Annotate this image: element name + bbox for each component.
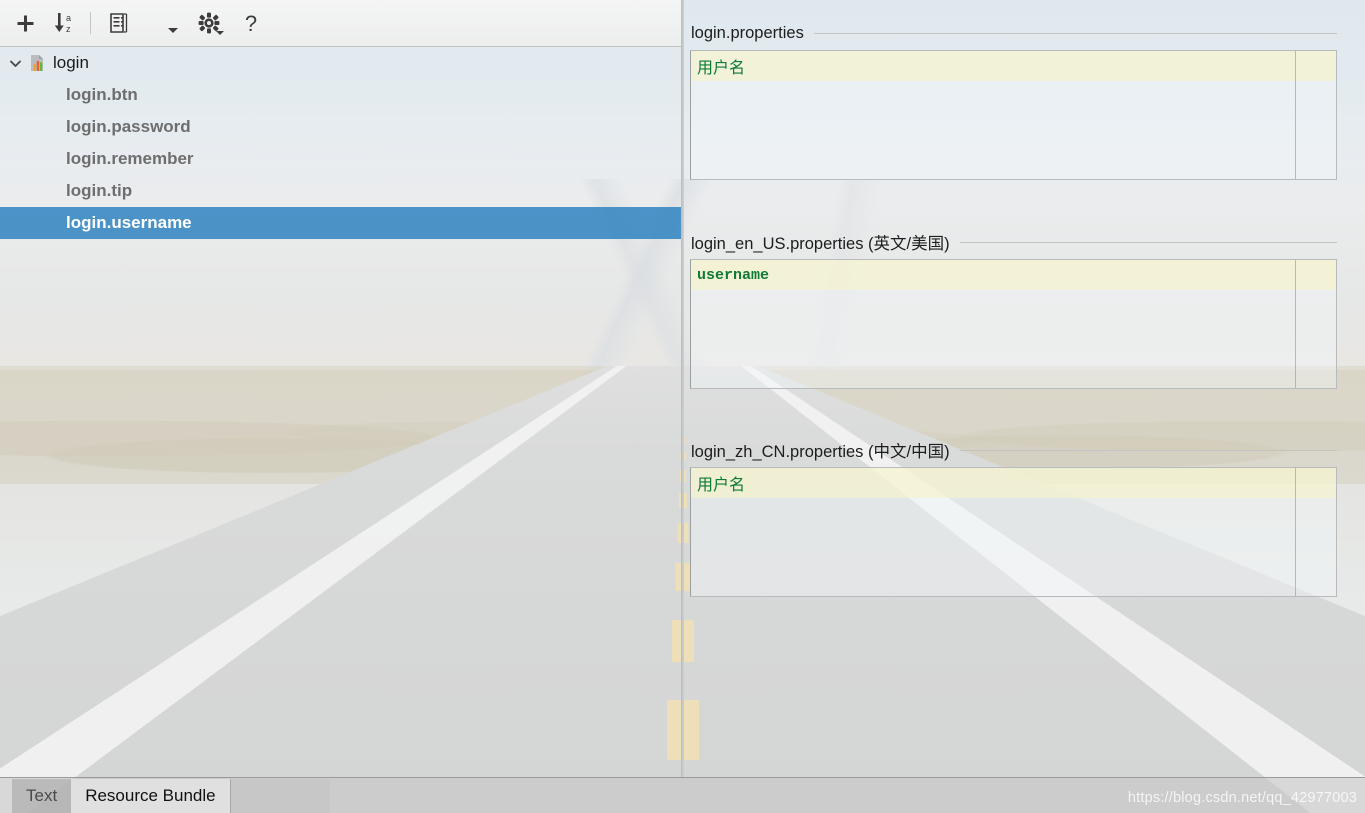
editor-textarea-en-us[interactable]: username [690,259,1337,389]
tab-text[interactable]: Text [12,779,72,813]
header-rule [959,449,1337,451]
tab-bar-filler [229,779,330,813]
right-margin-guide [1295,468,1296,596]
editor-value: 用户名 [697,477,746,494]
tree-node-login[interactable]: login [0,47,682,79]
tree-item-login-remember[interactable]: login.remember [0,143,682,175]
tree-item-label: login.password [66,117,191,136]
tree-item-login-btn[interactable]: login.btn [0,79,682,111]
header-rule [813,32,1337,34]
editor-group-en-us: login_en_US.properties (英文/美国) username [684,225,1365,389]
editor-textarea-zh-cn[interactable]: 用户名 [690,467,1337,597]
settings-button[interactable] [192,6,226,40]
help-button[interactable]: ? [234,6,268,40]
tree-item-label: login.remember [66,149,194,168]
chevron-down-icon [216,31,224,35]
sort-button[interactable]: a z [48,6,82,40]
editor-header: login.properties [684,16,1365,50]
svg-text:?: ? [245,12,257,34]
tree-item-label: login.tip [66,181,133,200]
chevron-down-icon [168,28,178,33]
caret-line-highlight [691,260,1336,290]
resource-bundle-editor: a z ? login login.btn login.password log… [0,0,1365,813]
tree-item-label: login.btn [66,85,138,104]
watermark-url: https://blog.csdn.net/qq_42977003 [1127,790,1357,806]
tree-node-label: login [53,53,89,72]
dropdown-button[interactable] [160,6,186,40]
editor-value: 用户名 [697,60,746,77]
tab-label: Text [26,786,58,805]
editor-title: login.properties [691,23,804,42]
plus-icon [17,15,33,31]
group-button[interactable] [102,6,136,40]
tree-item-login-tip[interactable]: login.tip [0,175,682,207]
resource-key-tree[interactable]: login login.btn login.password login.rem… [0,47,682,777]
chevron-down-icon[interactable] [2,56,28,71]
editor-title: login_en_US.properties (英文/美国) [691,235,950,253]
add-button[interactable] [8,6,42,40]
header-rule [959,241,1337,243]
editor-group-zh-cn: login_zh_CN.properties (中文/中国) 用户名 [684,433,1365,597]
properties-list-icon [110,13,128,33]
editor-toolbar: a z ? [0,0,682,47]
toolbar-separator [90,12,91,34]
tree-item-login-password[interactable]: login.password [0,111,682,143]
editor-header: login_zh_CN.properties (中文/中国) [684,433,1365,467]
translation-editors-pane: login.properties 用户名 login_en_US.propert… [684,0,1365,777]
editor-textarea-default[interactable]: 用户名 [690,50,1337,180]
editor-tab-bar: Text Resource Bundle https://blog.csdn.n… [0,777,1365,813]
caret-line-highlight [691,51,1336,81]
editor-title: login_zh_CN.properties (中文/中国) [691,443,950,461]
tab-resource-bundle[interactable]: Resource Bundle [71,779,230,813]
svg-text:z: z [66,24,71,34]
tree-item-label: login.username [66,213,192,232]
caret-line-highlight [691,468,1336,498]
right-margin-guide [1295,260,1296,388]
right-margin-guide [1295,51,1296,179]
editor-header: login_en_US.properties (英文/美国) [684,225,1365,259]
tree-item-login-username[interactable]: login.username [0,207,682,239]
tab-label: Resource Bundle [85,786,216,805]
question-mark-icon: ? [245,12,257,34]
editor-value: username [697,266,770,284]
editor-group-default: login.properties 用户名 [684,16,1365,180]
svg-text:a: a [66,13,71,23]
sort-alpha-icon: a z [54,13,71,34]
resource-bundle-icon [28,53,48,73]
